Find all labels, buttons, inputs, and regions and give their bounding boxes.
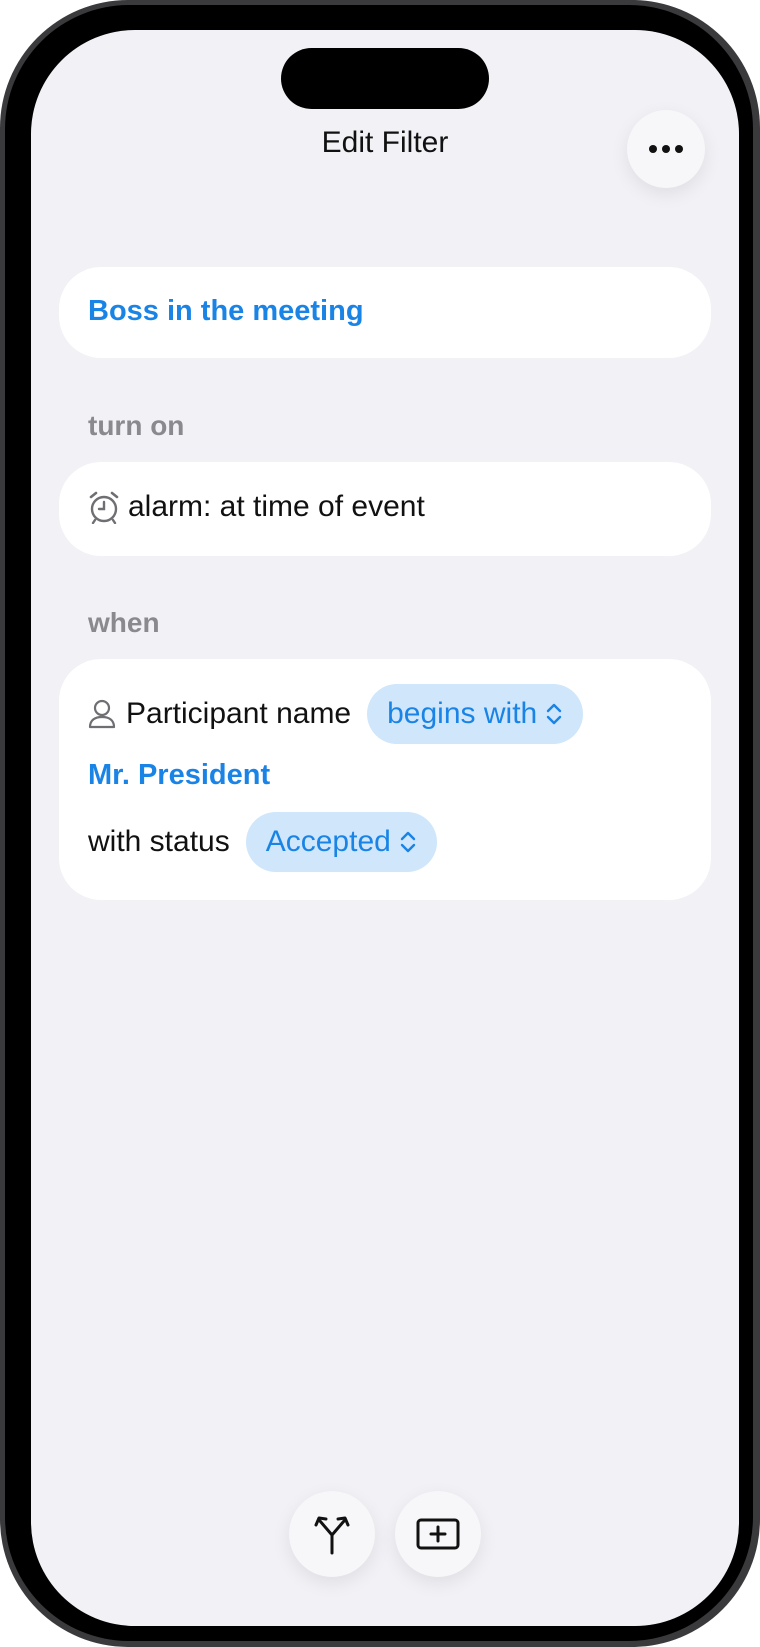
alarm-clock-icon bbox=[88, 490, 120, 524]
status-label: with status bbox=[88, 825, 230, 858]
status-row: with status Accepted bbox=[88, 812, 437, 872]
filter-name-field[interactable]: Boss in the meeting bbox=[88, 295, 364, 328]
action-row[interactable]: alarm: at time of event bbox=[88, 490, 425, 524]
add-action-button[interactable] bbox=[395, 1491, 481, 1577]
chevron-up-down-icon bbox=[545, 701, 563, 727]
person-icon bbox=[88, 699, 116, 729]
branch-button[interactable] bbox=[289, 1491, 375, 1577]
status-select[interactable]: Accepted bbox=[245, 812, 437, 872]
status-value: Accepted bbox=[265, 825, 391, 858]
turn-on-label: turn on bbox=[88, 410, 185, 441]
phone-frame: Edit Filter Boss in the meeting turn on bbox=[0, 0, 760, 1647]
ellipsis-icon bbox=[648, 144, 684, 154]
add-box-icon bbox=[415, 1516, 461, 1552]
more-options-button[interactable] bbox=[627, 110, 705, 188]
condition-card: Participant name begins with Mr. Preside… bbox=[59, 659, 711, 900]
phone-bezel: Edit Filter Boss in the meeting turn on bbox=[5, 5, 753, 1641]
field-label: Participant name bbox=[126, 697, 352, 730]
action-text: alarm: at time of event bbox=[128, 490, 425, 523]
action-card[interactable]: alarm: at time of event bbox=[59, 462, 711, 556]
condition-field-row: Participant name begins with bbox=[88, 684, 584, 744]
branch-arrows-icon bbox=[312, 1513, 352, 1555]
dynamic-island bbox=[281, 48, 489, 109]
filter-name-card[interactable]: Boss in the meeting bbox=[59, 267, 711, 358]
operator-select[interactable]: begins with bbox=[367, 684, 584, 744]
when-label: when bbox=[88, 607, 160, 638]
screen: Edit Filter Boss in the meeting turn on bbox=[31, 30, 739, 1626]
operator-value: begins with bbox=[387, 697, 538, 730]
chevron-up-down-icon bbox=[399, 829, 417, 855]
condition-value[interactable]: Mr. President bbox=[88, 759, 270, 792]
